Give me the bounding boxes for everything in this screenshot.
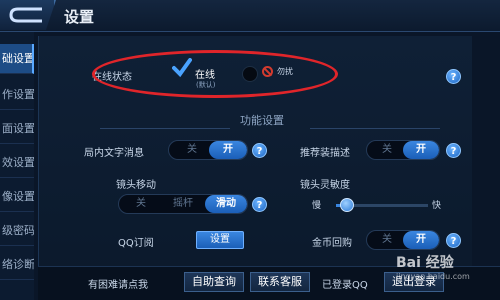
- section-title: 功能设置: [240, 114, 284, 127]
- help-icon[interactable]: ?: [446, 143, 461, 158]
- sensitivity-fast-label: 快: [432, 201, 442, 211]
- recommended-gear-label: 推荐装描述: [300, 148, 350, 159]
- back-button[interactable]: [0, 0, 56, 30]
- coin-return-label: 金币回购: [312, 238, 352, 249]
- sensitivity-slow-label: 慢: [312, 201, 322, 211]
- baidu-jingyan-watermark: Bai 经验 jingyan.baidu.com: [396, 252, 470, 281]
- camera-move-segmented[interactable]: 关 摇杆 滑动: [118, 194, 248, 214]
- sidebar-item-basic-settings[interactable]: 础设置: [0, 44, 34, 74]
- help-icon[interactable]: ?: [446, 69, 461, 84]
- camera-move-label: 镜头移动: [116, 180, 156, 191]
- watermark-text: Bai 经验: [396, 255, 454, 271]
- toggle-on-label: 开: [403, 231, 439, 249]
- camera-sensitivity-label: 镜头灵敏度: [300, 180, 350, 191]
- watermark-sub: jingyan.baidu.com: [396, 272, 470, 281]
- in-game-text-toggle[interactable]: 关 开: [168, 140, 248, 160]
- contact-support-button[interactable]: 联系客服: [250, 272, 310, 292]
- help-icon[interactable]: ?: [446, 233, 461, 248]
- in-game-text-label: 局内文字消息: [84, 148, 144, 159]
- camera-move-option-joystick[interactable]: 摇杆: [163, 195, 203, 213]
- sidebar-item-password[interactable]: 级密码: [0, 216, 34, 246]
- sidebar-item-effects[interactable]: 效设置: [0, 148, 34, 178]
- qq-subscribe-label: QQ订阅: [118, 238, 154, 249]
- sidebar-item-interface[interactable]: 面设置: [0, 114, 34, 144]
- sensitivity-slider-handle[interactable]: [340, 198, 355, 212]
- sidebar-item-controls[interactable]: 作设置: [0, 80, 34, 110]
- self-service-query-button[interactable]: 自助查询: [184, 272, 244, 292]
- section-divider-left: [100, 128, 230, 129]
- recommended-gear-toggle[interactable]: 关 开: [366, 140, 440, 160]
- sidebar-item-network[interactable]: 络诊断: [0, 250, 34, 280]
- back-arrow-icon: [9, 7, 42, 23]
- top-bar: 设置: [0, 0, 500, 32]
- coin-return-toggle[interactable]: 关 开: [366, 230, 440, 250]
- qq-subscribe-settings-button[interactable]: 设置: [196, 231, 244, 249]
- section-divider-right: [310, 128, 440, 129]
- toggle-on-label: 开: [209, 141, 247, 159]
- highlight-ring: [92, 50, 338, 98]
- help-prompt-text: 有困难请点我: [88, 280, 148, 291]
- sidebar-item-image[interactable]: 像设置: [0, 182, 34, 212]
- toggle-off-label: 关: [382, 234, 392, 245]
- toggle-on-label: 开: [403, 141, 439, 159]
- help-icon[interactable]: ?: [252, 197, 267, 212]
- help-icon[interactable]: ?: [252, 143, 267, 158]
- sidebar: 础设置 作设置 面设置 效设置 像设置 级密码 络诊断: [0, 32, 34, 300]
- toggle-off-label: 关: [382, 144, 392, 155]
- camera-move-option-swipe[interactable]: 滑动: [205, 195, 247, 213]
- logged-in-qq-text: 已登录QQ: [322, 280, 368, 291]
- toggle-off-label: 关: [187, 144, 197, 155]
- page-title: 设置: [64, 8, 95, 26]
- camera-move-option-off[interactable]: 关: [123, 195, 159, 213]
